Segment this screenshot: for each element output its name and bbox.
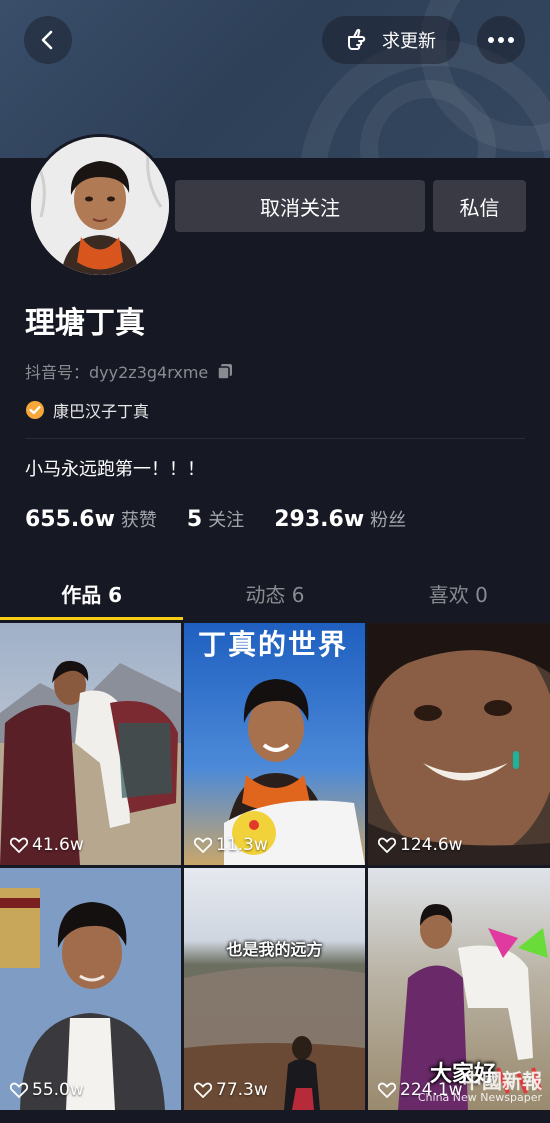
- tab-posts[interactable]: 动态 6: [183, 566, 366, 620]
- video-thumbnail[interactable]: 丁真的世界 11.3w: [184, 623, 365, 865]
- video-thumbnail[interactable]: 也是我的远方 77.3w: [184, 868, 365, 1110]
- likes-count: 41.6w: [10, 835, 84, 855]
- video-cover-image: [0, 623, 181, 865]
- stat-following[interactable]: 5 关注: [187, 506, 244, 532]
- video-thumbnail[interactable]: 大家好 224.1w 中國新報 China New Newspaper: [368, 868, 550, 1110]
- unfollow-label: 取消关注: [260, 195, 340, 220]
- avatar-portrait: [31, 137, 169, 275]
- stat-likes: 655.6w 获赞: [25, 507, 157, 532]
- video-grid: 41.6w 丁真的世界 11.3w 124.6w 55.0w 也是我的远方 77…: [0, 623, 550, 1110]
- profile-name: 理塘丁真: [25, 306, 145, 341]
- stats-row: 655.6w 获赞 5 关注 293.6w 粉丝: [25, 506, 406, 532]
- profile-bio: 小马永远跑第一！！！: [25, 459, 205, 480]
- video-cover-image: [0, 868, 181, 1110]
- avatar[interactable]: [28, 134, 172, 278]
- divider: [25, 438, 525, 439]
- user-id-row[interactable]: 抖音号：dyy2z3g4rxme: [25, 359, 234, 383]
- stat-followers[interactable]: 293.6w 粉丝: [274, 506, 406, 532]
- heart-icon: [10, 1082, 28, 1098]
- likes-count: 77.3w: [194, 1080, 268, 1100]
- likes-count: 124.6w: [378, 835, 463, 855]
- profile-banner: [0, 0, 550, 158]
- more-dots-icon: [488, 37, 514, 43]
- back-button[interactable]: [24, 16, 72, 64]
- video-overlay-title: 丁真的世界: [198, 628, 349, 661]
- request-update-button[interactable]: 求更新: [322, 16, 460, 64]
- likes-count: 55.0w: [10, 1080, 84, 1100]
- tab-likes[interactable]: 喜欢 0: [367, 566, 550, 620]
- heart-icon: [378, 837, 396, 853]
- request-update-label: 求更新: [382, 31, 436, 52]
- video-thumbnail[interactable]: 55.0w: [0, 868, 181, 1110]
- pointing-hand-icon: [348, 28, 366, 50]
- heart-icon: [194, 837, 212, 853]
- profile-tabs: 作品 6 动态 6 喜欢 0: [0, 566, 550, 620]
- newspaper-watermark: 中國新報 China New Newspaper: [417, 1068, 542, 1104]
- unfollow-button[interactable]: 取消关注: [175, 180, 425, 232]
- more-options-button[interactable]: [477, 16, 525, 64]
- tab-works[interactable]: 作品 6: [0, 566, 184, 620]
- video-cover-image: [368, 623, 550, 865]
- video-thumbnail[interactable]: 41.6w: [0, 623, 181, 865]
- heart-icon: [10, 837, 28, 853]
- verified-badge-icon: [26, 401, 44, 419]
- user-id-label: 抖音号：dyy2z3g4rxme: [25, 363, 209, 382]
- heart-icon: [378, 1082, 396, 1098]
- heart-icon: [194, 1082, 212, 1098]
- message-button[interactable]: 私信: [433, 180, 526, 232]
- video-thumbnail[interactable]: 124.6w: [368, 623, 550, 865]
- likes-count: 11.3w: [194, 835, 268, 855]
- video-overlay-title: 也是我的远方: [226, 940, 323, 959]
- verified-row: 康巴汉子丁真: [25, 398, 149, 422]
- message-label: 私信: [459, 195, 500, 220]
- video-cover-image: [184, 868, 365, 1110]
- copy-icon[interactable]: [216, 362, 234, 380]
- verified-label: 康巴汉子丁真: [53, 402, 150, 421]
- chevron-left-icon: [41, 30, 53, 50]
